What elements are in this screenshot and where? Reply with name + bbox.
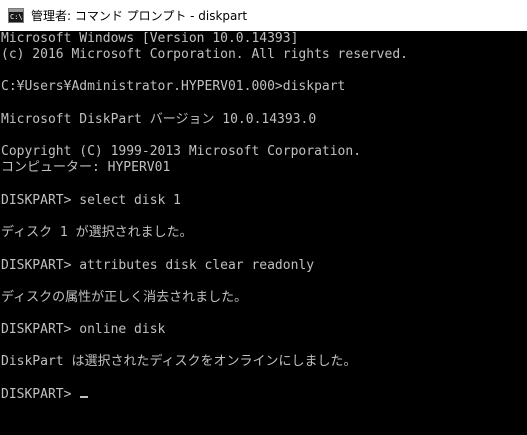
- icon-prompt-glyph: C:\>: [10, 13, 23, 21]
- prompt-text: DISKPART>: [1, 387, 80, 402]
- cmd-console-icon[interactable]: C:\>: [8, 8, 24, 23]
- console-line: Copyright (C) 1999-2013 Microsoft Corpor…: [1, 144, 362, 159]
- console-line: DISKPART> select disk 1: [1, 193, 182, 208]
- icon-bar: [9, 9, 23, 12]
- console-line: ディスク 1 が選択されました。: [1, 225, 193, 240]
- window-title: 管理者: コマンド プロンプト - diskpart: [31, 9, 248, 23]
- console-line: DiskPart は選択されたディスクをオンラインにしました。: [1, 354, 357, 369]
- console-line: DISKPART> online disk: [1, 322, 166, 337]
- console-output[interactable]: Microsoft Windows [Version 10.0.14393] (…: [0, 31, 527, 435]
- prompt-line[interactable]: DISKPART>: [1, 387, 89, 403]
- console-line: ディスクの属性が正しく消去されました。: [1, 290, 248, 305]
- console-line: DISKPART> attributes disk clear readonly: [1, 258, 315, 273]
- title-bar[interactable]: C:\> 管理者: コマンド プロンプト - diskpart: [0, 0, 527, 31]
- text-cursor: [80, 396, 89, 398]
- console-line: Microsoft Windows [Version 10.0.14393]: [1, 31, 299, 46]
- console-line: Microsoft DiskPart バージョン 10.0.14393.0: [1, 112, 317, 127]
- console-line: C:¥Users¥Administrator.HYPERV01.000>disk…: [1, 79, 346, 94]
- console-line: (c) 2016 Microsoft Corporation. All righ…: [1, 47, 408, 62]
- console-line: コンピューター: HYPERV01: [1, 160, 171, 175]
- command-prompt-window: C:\> 管理者: コマンド プロンプト - diskpart Microsof…: [0, 0, 527, 435]
